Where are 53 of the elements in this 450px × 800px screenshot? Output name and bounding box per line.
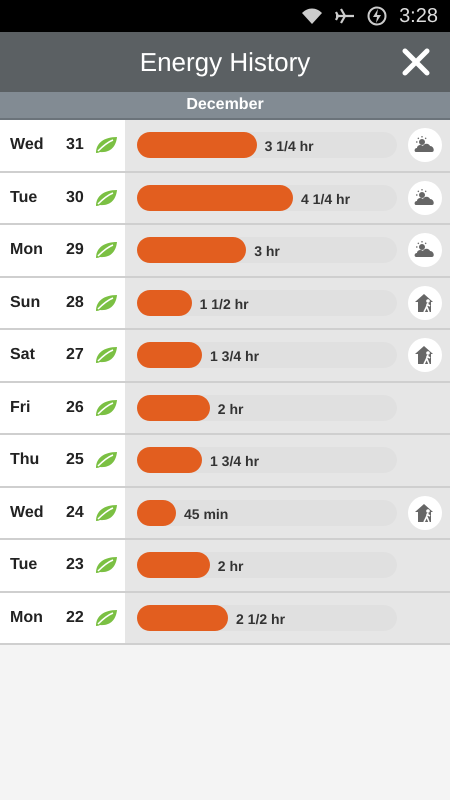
leaf-icon bbox=[94, 608, 118, 628]
leaf-icon bbox=[94, 555, 118, 576]
house-walker-icon bbox=[408, 286, 442, 320]
leaf-icon bbox=[94, 188, 118, 208]
leaf-icon bbox=[94, 135, 118, 156]
weekday-label: Mon bbox=[10, 240, 44, 260]
date-label: 28 bbox=[66, 292, 85, 313]
weekday-label: Mon bbox=[10, 608, 44, 628]
duration-label: 3 hr bbox=[254, 242, 280, 262]
weekday-label: Sun bbox=[10, 292, 42, 313]
weekday-label: Wed bbox=[10, 502, 44, 523]
partly-cloudy-icon bbox=[408, 233, 442, 268]
weekday-label: Sat bbox=[10, 345, 36, 366]
weekday-label: Wed bbox=[10, 135, 44, 156]
leaf-icon bbox=[94, 450, 118, 470]
date-label: 27 bbox=[66, 345, 85, 366]
house-walker-icon bbox=[408, 496, 442, 530]
date-label: 22 bbox=[66, 608, 85, 628]
duration-label: 2 hr bbox=[218, 557, 244, 576]
date-label: 29 bbox=[66, 240, 85, 260]
battery-charging-icon bbox=[367, 6, 388, 26]
duration-label: 1 1/2 hr bbox=[200, 294, 249, 314]
duration-label: 2 1/2 hr bbox=[236, 610, 286, 629]
airplane-icon bbox=[335, 8, 356, 24]
close-button[interactable] bbox=[400, 46, 432, 78]
duration-label: 2 hr bbox=[218, 400, 244, 419]
wifi-icon bbox=[301, 8, 324, 24]
date-label: 31 bbox=[66, 135, 85, 156]
date-label: 23 bbox=[66, 555, 85, 576]
leaf-icon bbox=[94, 502, 118, 523]
leaf-icon bbox=[94, 292, 118, 313]
duration-label: 1 3/4 hr bbox=[210, 452, 260, 472]
partly-cloudy-icon bbox=[408, 180, 442, 215]
weekday-label: Thu bbox=[10, 450, 40, 470]
clock-time: 3:28 bbox=[399, 4, 438, 29]
weekday-label: Tue bbox=[10, 555, 38, 576]
duration-label: 1 3/4 hr bbox=[210, 347, 260, 366]
screen-title: Energy History bbox=[140, 46, 310, 78]
date-label: 24 bbox=[66, 502, 85, 523]
leaf-icon bbox=[94, 240, 118, 260]
leaf-icon bbox=[94, 398, 118, 418]
month-header: December bbox=[0, 92, 450, 120]
house-walker-icon bbox=[408, 338, 442, 372]
partly-cloudy-icon bbox=[408, 128, 442, 162]
date-label: 30 bbox=[66, 188, 85, 208]
duration-label: 45 min bbox=[184, 504, 228, 524]
leaf-icon bbox=[94, 345, 118, 366]
weekday-label: Fri bbox=[10, 398, 32, 418]
date-label: 25 bbox=[66, 450, 85, 470]
date-label: 26 bbox=[66, 398, 85, 418]
duration-label: 3 1/4 hr bbox=[264, 137, 314, 156]
duration-label: 4 1/4 hr bbox=[301, 190, 350, 209]
weekday-label: Tue bbox=[10, 188, 38, 208]
